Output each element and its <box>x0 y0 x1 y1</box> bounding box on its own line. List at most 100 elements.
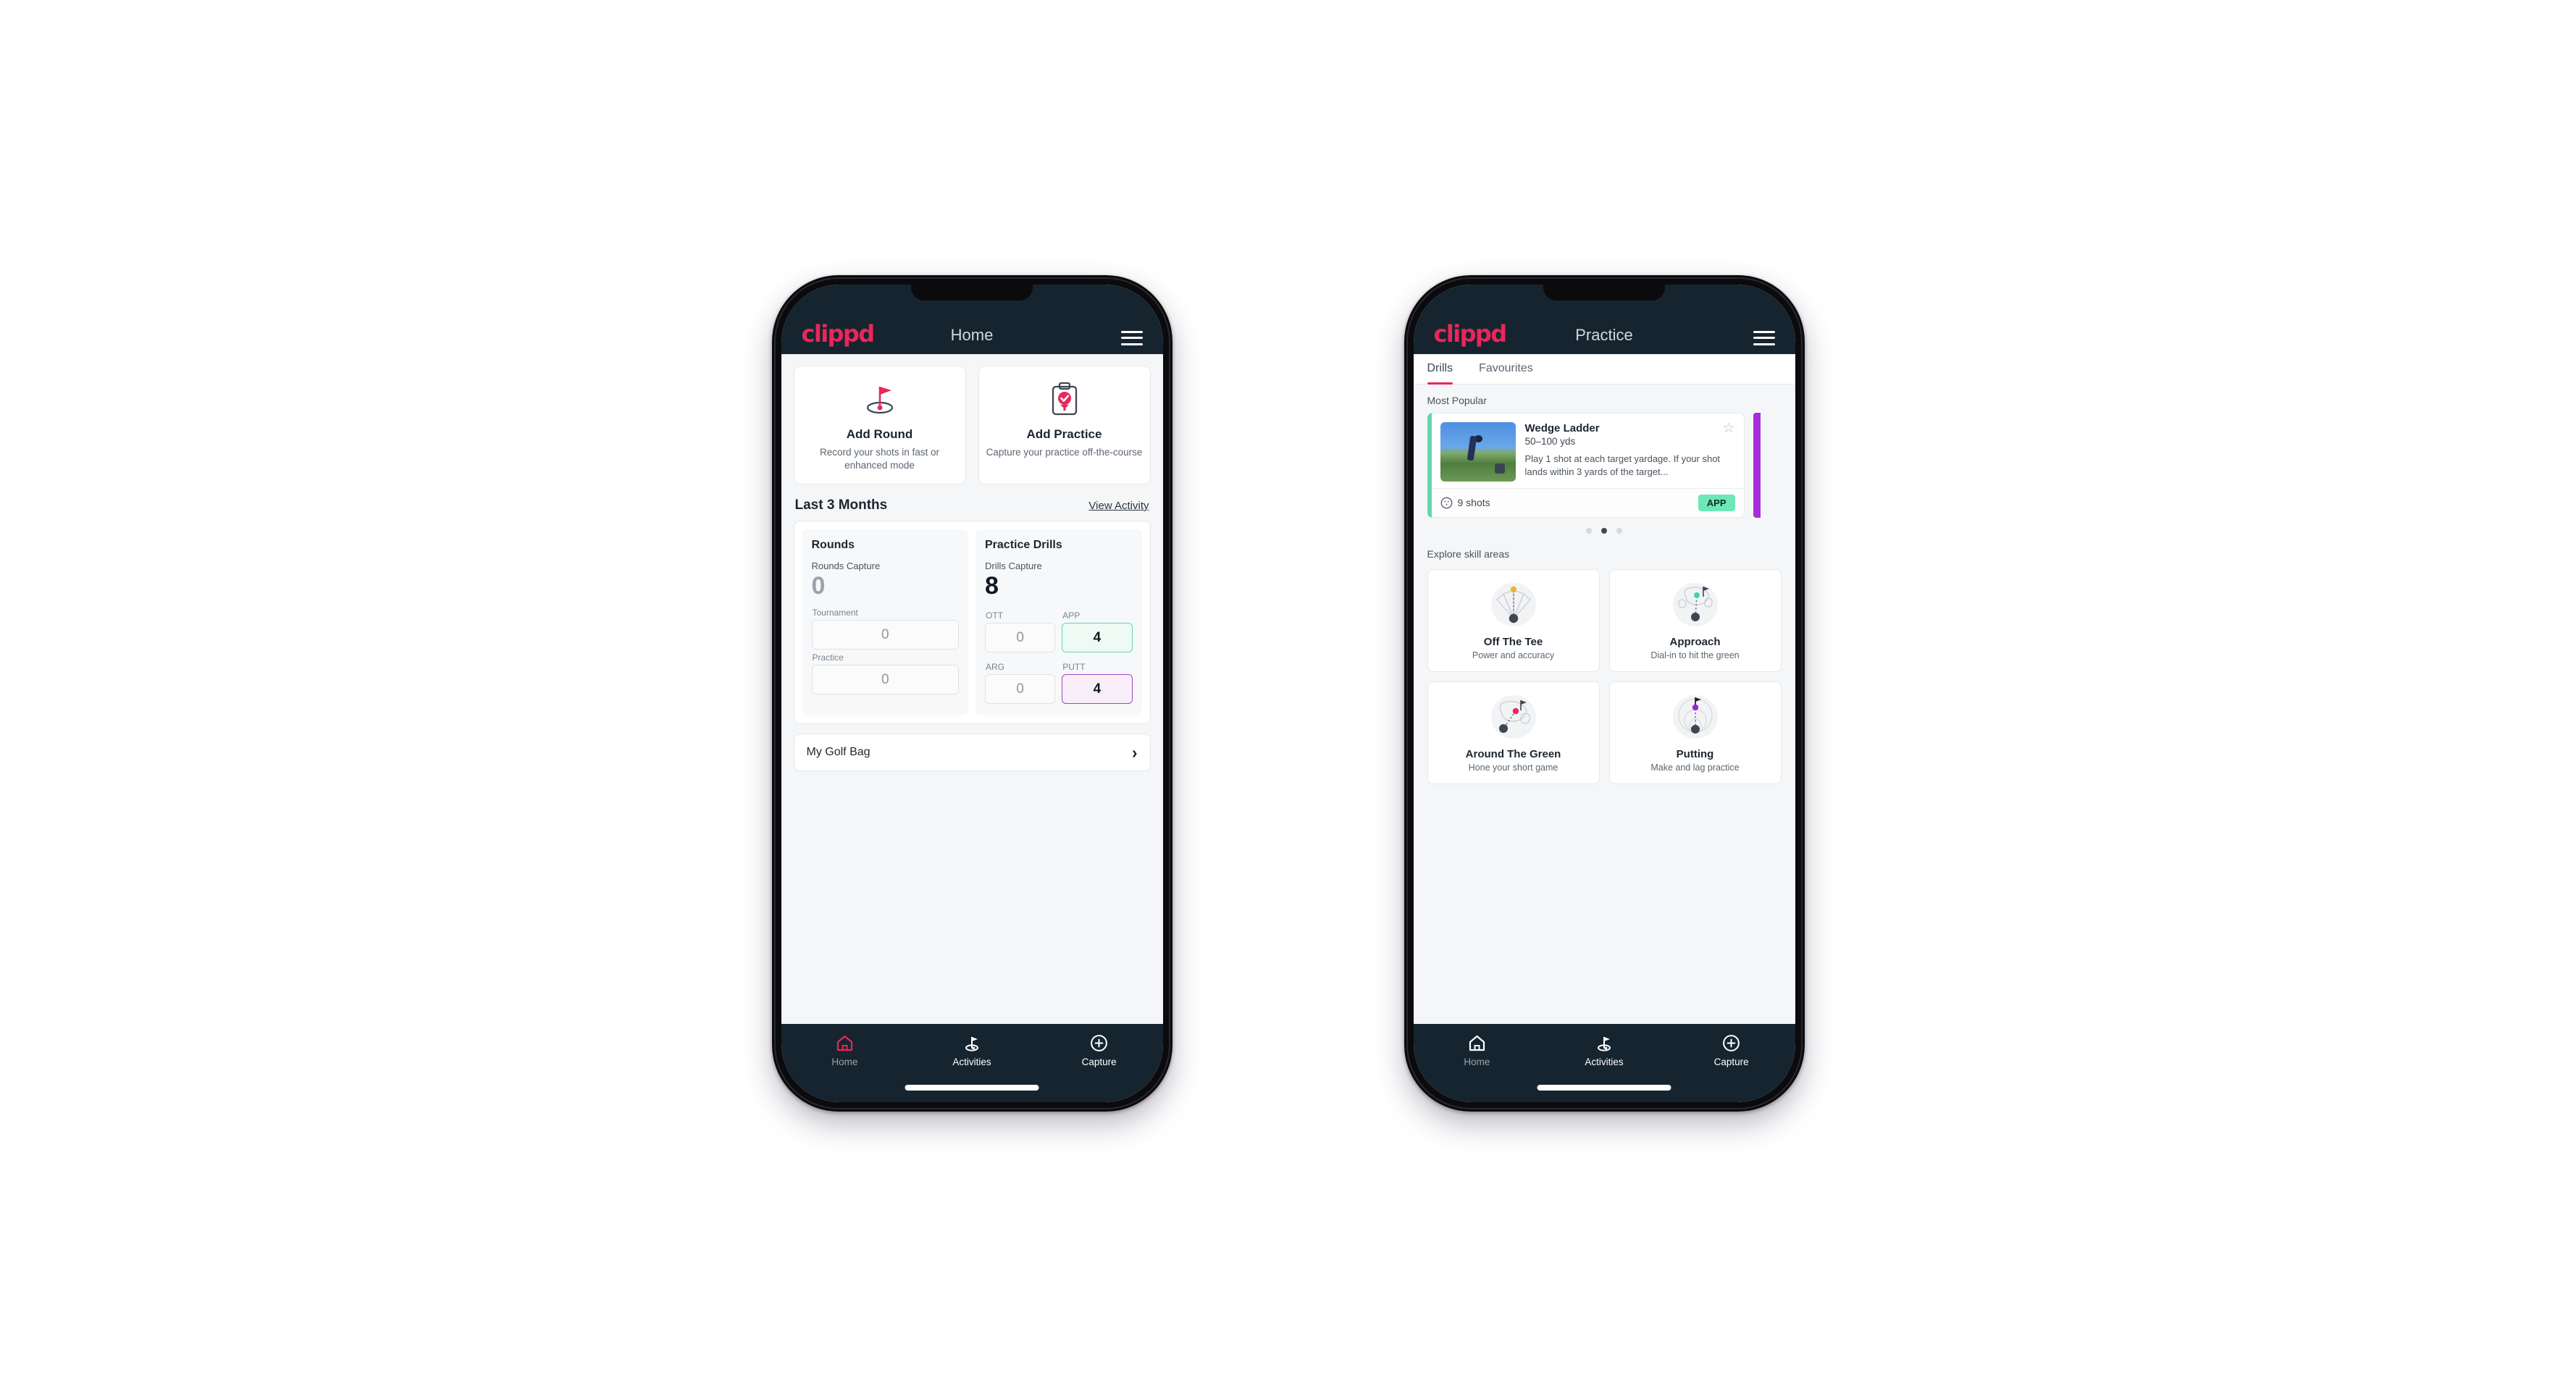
golf-ball-icon <box>1440 497 1452 508</box>
carousel-dot-active[interactable] <box>1601 527 1607 534</box>
plus-circle-icon <box>1090 1034 1108 1053</box>
drills-capture-value: 8 <box>985 571 999 600</box>
skill-subtitle: Power and accuracy <box>1472 650 1555 660</box>
practice-value[interactable]: 0 <box>811 665 959 695</box>
green-approach-icon <box>1616 579 1775 630</box>
drill-card-body: ☆ Wedge Ladder 50–100 yds Play 1 shot at… <box>1432 413 1744 488</box>
add-practice-card[interactable]: Add Practice Capture your practice off-t… <box>978 365 1151 484</box>
drill-category-badge: APP <box>1698 494 1735 511</box>
skill-subtitle: Hone your short game <box>1468 762 1558 773</box>
putt-value[interactable]: 4 <box>1062 674 1133 705</box>
nav-item-capture[interactable]: Capture <box>1668 1034 1795 1067</box>
home-indicator <box>1537 1084 1671 1091</box>
drill-card-footer: 9 shots APP <box>1431 487 1744 517</box>
next-drill-card-peek[interactable] <box>1753 412 1761 518</box>
practice-label: Practice <box>812 652 844 663</box>
nav-item-home[interactable]: Home <box>781 1034 909 1067</box>
golf-flag-icon <box>1595 1034 1614 1053</box>
ott-label: OTT <box>986 610 1003 621</box>
home-icon <box>836 1034 854 1053</box>
chip-green-icon <box>1434 692 1593 742</box>
skill-title: Approach <box>1669 635 1721 648</box>
hamburger-icon[interactable] <box>1120 330 1143 345</box>
arg-label: ARG <box>986 662 1005 673</box>
skill-card-putting[interactable]: Putting Make and lag practice <box>1608 681 1782 784</box>
tab-drills[interactable]: Drills <box>1427 354 1467 385</box>
golf-flag-hole-icon <box>802 379 958 419</box>
home-indicator <box>905 1084 1039 1091</box>
add-round-card[interactable]: Add Round Record your shots in fast or e… <box>793 365 966 484</box>
drills-carousel[interactable]: ☆ Wedge Ladder 50–100 yds Play 1 shot at… <box>1414 412 1795 518</box>
phone-notch <box>1543 284 1665 301</box>
home-content: Add Round Record your shots in fast or e… <box>781 353 1163 1024</box>
last-3-months-header: Last 3 Months View Activity <box>781 484 1163 521</box>
nav-item-home[interactable]: Home <box>1414 1034 1541 1067</box>
app-label: APP <box>1062 610 1081 621</box>
star-outline-icon[interactable]: ☆ <box>1722 421 1734 435</box>
arg-value[interactable]: 0 <box>985 674 1056 705</box>
rounds-capture-label: Rounds Capture <box>811 560 881 571</box>
skill-subtitle: Dial-in to hit the green <box>1650 650 1740 660</box>
my-golf-bag-row[interactable]: My Golf Bag › <box>793 734 1151 772</box>
my-golf-bag-label: My Golf Bag <box>806 746 870 759</box>
drill-thumbnail <box>1440 421 1516 482</box>
drill-info: ☆ Wedge Ladder 50–100 yds Play 1 shot at… <box>1524 421 1735 482</box>
add-practice-subtitle: Capture your practice off-the-course <box>986 446 1143 458</box>
phone-home-mockup: clippd Home Add Round Record your shots … <box>771 274 1172 1112</box>
skill-subtitle: Make and lag practice <box>1650 762 1740 773</box>
drill-range: 50–100 yds <box>1524 435 1576 447</box>
drills-heading: Practice Drills <box>985 538 1062 551</box>
skill-title: Around The Green <box>1465 747 1561 760</box>
putt-label: PUTT <box>1062 662 1086 673</box>
nav-label-home: Home <box>831 1056 858 1067</box>
nav-label-capture: Capture <box>1081 1056 1117 1067</box>
tournament-value[interactable]: 0 <box>811 620 959 650</box>
add-practice-title: Add Practice <box>1026 427 1102 441</box>
rounds-heading: Rounds <box>811 538 855 551</box>
carousel-dot[interactable] <box>1616 527 1622 534</box>
app-value[interactable]: 4 <box>1062 623 1133 653</box>
carousel-dot[interactable] <box>1586 527 1592 534</box>
nav-label-home: Home <box>1464 1056 1490 1067</box>
drills-stats-column: Practice Drills Drills Capture 8 OTT 0 A… <box>976 529 1142 716</box>
view-activity-link[interactable]: View Activity <box>1088 500 1149 512</box>
quick-actions-row: Add Round Record your shots in fast or e… <box>781 354 1163 484</box>
drill-description: Play 1 shot at each target yardage. If y… <box>1524 453 1721 477</box>
home-screen: clippd Home Add Round Record your shots … <box>781 284 1163 1102</box>
practice-screen: clippd Practice Drills Favourites Most P… <box>1413 284 1795 1102</box>
chevron-right-icon: › <box>1131 742 1138 762</box>
practice-bottom-nav: Home Activities Capture <box>1413 1023 1795 1102</box>
drill-shots-label: 9 shots <box>1457 497 1490 508</box>
tab-favourites[interactable]: Favourites <box>1479 354 1546 384</box>
drill-card[interactable]: ☆ Wedge Ladder 50–100 yds Play 1 shot at… <box>1427 412 1745 518</box>
skill-title: Off The Tee <box>1483 635 1543 648</box>
section-title: Last 3 Months <box>794 497 888 513</box>
nav-item-capture[interactable]: Capture <box>1036 1034 1163 1067</box>
phone-practice-mockup: clippd Practice Drills Favourites Most P… <box>1404 274 1805 1112</box>
drill-name: Wedge Ladder <box>1524 421 1600 434</box>
home-bottom-nav: Home Activities Capture <box>781 1023 1163 1102</box>
ott-value[interactable]: 0 <box>985 623 1056 653</box>
plus-circle-icon <box>1722 1034 1740 1053</box>
drill-metrics-grid: OTT 0 APP 4 ARG 0 PUTT 4 <box>985 608 1133 705</box>
hamburger-icon[interactable] <box>1753 330 1775 345</box>
nav-label-activities: Activities <box>1585 1056 1624 1067</box>
clippd-logo[interactable]: clippd <box>802 322 876 345</box>
skill-card-approach[interactable]: Approach Dial-in to hit the green <box>1608 568 1782 672</box>
nav-item-activities[interactable]: Activities <box>908 1034 1036 1067</box>
tee-fan-icon <box>1434 579 1593 630</box>
skill-card-off-the-tee[interactable]: Off The Tee Power and accuracy <box>1427 568 1600 672</box>
clippd-logo[interactable]: clippd <box>1434 322 1508 345</box>
nav-label-activities: Activities <box>952 1056 991 1067</box>
tournament-label: Tournament <box>812 608 858 618</box>
drill-shots: 9 shots <box>1440 497 1490 509</box>
putting-rings-icon <box>1616 692 1775 742</box>
nav-item-activities[interactable]: Activities <box>1540 1034 1668 1067</box>
home-icon <box>1468 1034 1486 1053</box>
stats-card: Rounds Rounds Capture 0 Tournament 0 Pra… <box>793 520 1151 725</box>
add-round-title: Add Round <box>846 427 913 441</box>
add-round-subtitle: Record your shots in fast or enhanced mo… <box>819 446 940 471</box>
skill-card-around-the-green[interactable]: Around The Green Hone your short game <box>1427 681 1600 784</box>
carousel-pagination <box>1414 518 1795 538</box>
clipboard-check-icon <box>986 379 1143 419</box>
